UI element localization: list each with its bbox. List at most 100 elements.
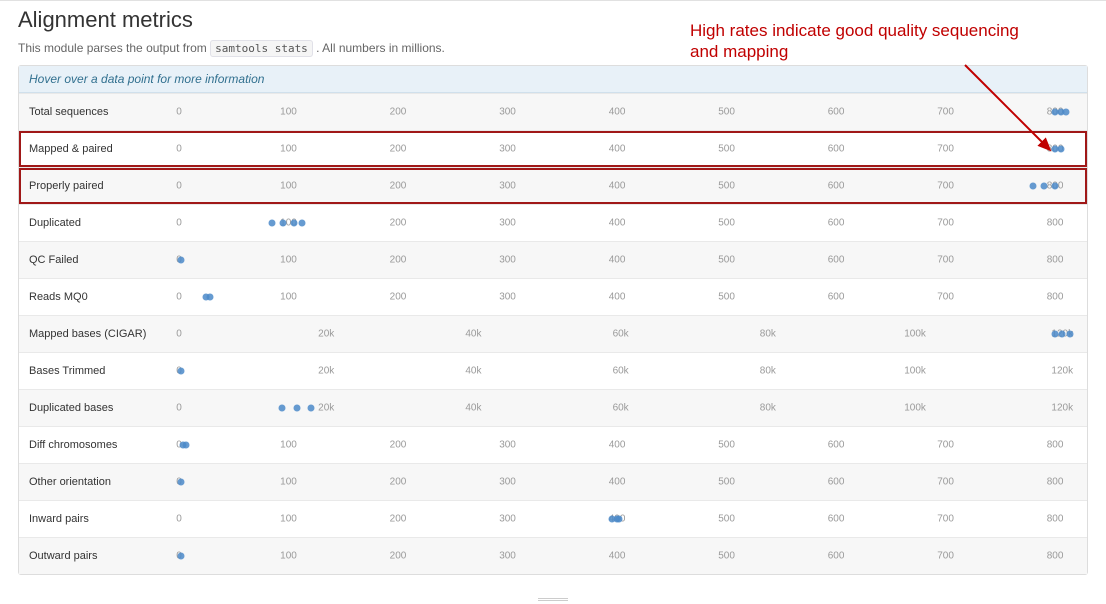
metric-row[interactable]: Other orientation01002003004005006007008… xyxy=(19,463,1087,500)
data-point[interactable] xyxy=(1051,331,1058,338)
axis-tick: 500 xyxy=(718,477,735,488)
data-point[interactable] xyxy=(308,405,315,412)
metric-track[interactable]: 0100200300400500600700800 xyxy=(179,242,1077,278)
axis-tick: 600 xyxy=(828,144,845,155)
axis-tick: 800 xyxy=(1047,514,1064,525)
data-point[interactable] xyxy=(182,442,189,449)
metric-label: Mapped & paired xyxy=(29,143,179,155)
axis-tick: 0 xyxy=(176,514,182,525)
axis-tick: 700 xyxy=(937,477,954,488)
axis-tick: 80k xyxy=(760,329,776,340)
axis-tick: 100 xyxy=(280,477,297,488)
metric-row[interactable]: Duplicated bases020k40k60k80k100k120k xyxy=(19,389,1087,426)
metric-track[interactable]: 0100200300400500600700800 xyxy=(179,501,1077,537)
axis-tick: 500 xyxy=(718,255,735,266)
metric-track[interactable]: 0100200300400500600700800 xyxy=(179,205,1077,241)
axis-tick: 60k xyxy=(613,329,629,340)
axis-tick: 300 xyxy=(499,218,516,229)
axis-tick: 800 xyxy=(1047,255,1064,266)
axis-tick: 600 xyxy=(828,255,845,266)
axis-tick: 20k xyxy=(318,329,334,340)
metric-row[interactable]: Duplicated0100200300400500600700800 xyxy=(19,204,1087,241)
data-point[interactable] xyxy=(269,220,276,227)
data-point[interactable] xyxy=(178,479,185,486)
data-point[interactable] xyxy=(178,368,185,375)
metric-row[interactable]: QC Failed0100200300400500600700800 xyxy=(19,241,1087,278)
axis-tick: 200 xyxy=(390,440,407,451)
axis-tick: 400 xyxy=(609,292,626,303)
axis-tick: 100 xyxy=(280,107,297,118)
axis-tick: 700 xyxy=(937,514,954,525)
axis-tick: 80k xyxy=(760,403,776,414)
data-point[interactable] xyxy=(178,257,185,264)
metric-track[interactable]: 020k40k60k80k100k120k xyxy=(179,353,1077,389)
metric-label: Properly paired xyxy=(29,180,179,192)
axis-tick: 300 xyxy=(499,551,516,562)
metrics-panel: Hover over a data point for more informa… xyxy=(18,65,1088,575)
metric-row[interactable]: Inward pairs0100200300400500600700800 xyxy=(19,500,1087,537)
axis-tick: 300 xyxy=(499,514,516,525)
axis-tick: 100 xyxy=(280,551,297,562)
data-point[interactable] xyxy=(1063,109,1070,116)
axis-tick: 800 xyxy=(1047,477,1064,488)
axis-tick: 100 xyxy=(280,255,297,266)
metric-track[interactable]: 0100200300400500600700800 xyxy=(179,279,1077,315)
axis-tick: 700 xyxy=(937,292,954,303)
axis-tick: 300 xyxy=(499,292,516,303)
data-point[interactable] xyxy=(1030,183,1037,190)
axis-tick: 200 xyxy=(390,218,407,229)
axis-tick: 600 xyxy=(828,107,845,118)
axis-tick: 500 xyxy=(718,107,735,118)
metric-row[interactable]: Properly paired0100200300400500600700800 xyxy=(19,167,1087,204)
metric-track[interactable]: 0100200300400500600700800 xyxy=(179,464,1077,500)
axis-tick: 100 xyxy=(280,514,297,525)
axis-tick: 0 xyxy=(176,329,182,340)
data-point[interactable] xyxy=(279,405,286,412)
data-point[interactable] xyxy=(616,516,623,523)
axis-tick: 500 xyxy=(718,292,735,303)
metric-track[interactable]: 0100200300400500600700800 xyxy=(179,538,1077,574)
data-point[interactable] xyxy=(280,220,287,227)
data-point[interactable] xyxy=(290,220,297,227)
module-description: This module parses the output from samto… xyxy=(18,41,1106,55)
metric-track[interactable]: 0100200300400500600700800 xyxy=(179,427,1077,463)
axis-tick: 400 xyxy=(609,144,626,155)
axis-tick: 800 xyxy=(1047,292,1064,303)
metric-track[interactable]: 0100200300400500600700800 xyxy=(179,168,1077,204)
metric-row[interactable]: Total sequences0100200300400500600700800 xyxy=(19,93,1087,130)
data-point[interactable] xyxy=(1066,331,1073,338)
metric-label: Duplicated xyxy=(29,217,179,229)
axis-tick: 0 xyxy=(176,144,182,155)
data-point[interactable] xyxy=(1057,146,1064,153)
axis-tick: 600 xyxy=(828,477,845,488)
axis-tick: 400 xyxy=(609,255,626,266)
metric-track[interactable]: 0100200300400500600700800 xyxy=(179,131,1077,167)
metric-row[interactable]: Bases Trimmed020k40k60k80k100k120k xyxy=(19,352,1087,389)
axis-tick: 600 xyxy=(828,514,845,525)
metric-row[interactable]: Outward pairs0100200300400500600700800 xyxy=(19,537,1087,574)
data-point[interactable] xyxy=(178,553,185,560)
metric-track[interactable]: 0100200300400500600700800 xyxy=(179,94,1077,130)
axis-tick: 800 xyxy=(1047,218,1064,229)
axis-tick: 40k xyxy=(465,329,481,340)
axis-tick: 100 xyxy=(280,292,297,303)
resize-handle-icon[interactable] xyxy=(533,596,573,602)
metric-track[interactable]: 020k40k60k80k100k120k xyxy=(179,316,1077,352)
axis-tick: 100k xyxy=(904,329,926,340)
metric-track[interactable]: 020k40k60k80k100k120k xyxy=(179,390,1077,426)
description-prefix: This module parses the output from xyxy=(18,41,210,55)
axis-tick: 700 xyxy=(937,181,954,192)
axis-tick: 200 xyxy=(390,292,407,303)
description-suffix: . All numbers in millions. xyxy=(316,41,445,55)
metric-row[interactable]: Mapped & paired0100200300400500600700800 xyxy=(19,130,1087,167)
data-point[interactable] xyxy=(293,405,300,412)
data-point[interactable] xyxy=(298,220,305,227)
data-point[interactable] xyxy=(1052,183,1059,190)
metric-row[interactable]: Diff chromosomes010020030040050060070080… xyxy=(19,426,1087,463)
data-point[interactable] xyxy=(1059,331,1066,338)
metric-row[interactable]: Reads MQ00100200300400500600700800 xyxy=(19,278,1087,315)
data-point[interactable] xyxy=(206,294,213,301)
data-point[interactable] xyxy=(1041,183,1048,190)
metric-row[interactable]: Mapped bases (CIGAR)020k40k60k80k100k120… xyxy=(19,315,1087,352)
metric-label: Mapped bases (CIGAR) xyxy=(29,328,179,340)
